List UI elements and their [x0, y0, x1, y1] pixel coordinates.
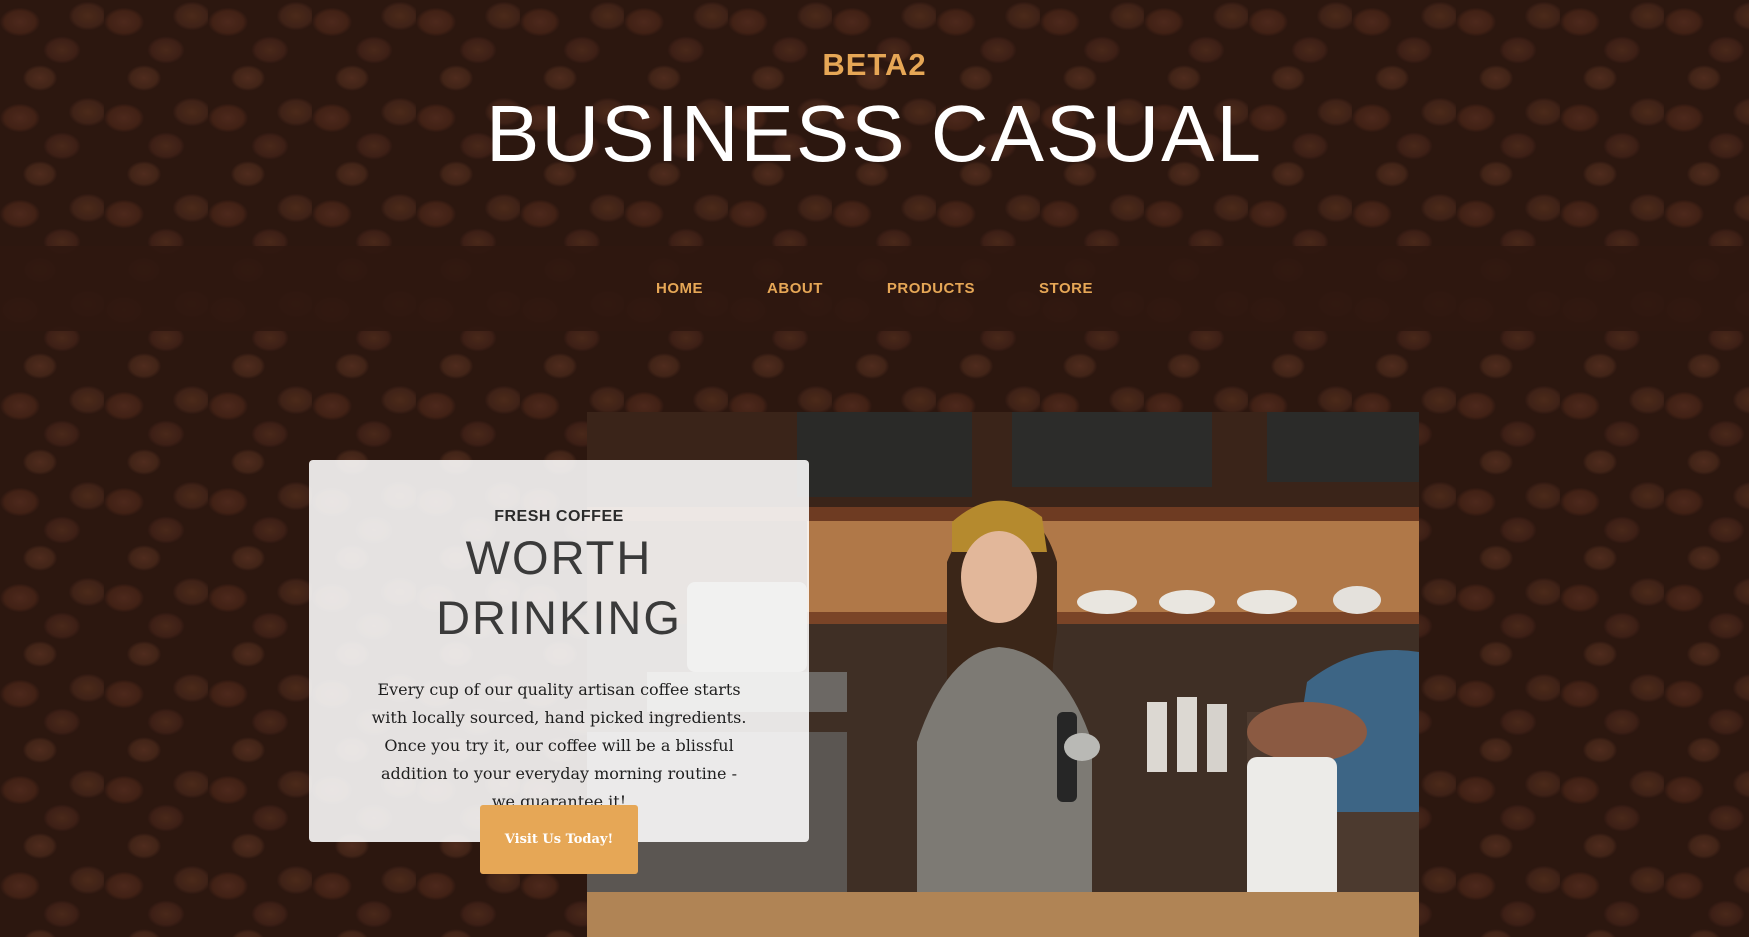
- nav-link-about[interactable]: ABOUT: [767, 280, 823, 297]
- visit-us-button[interactable]: Visit Us Today!: [480, 805, 638, 874]
- intro-heading-lower-line1: WORTH: [465, 531, 653, 584]
- intro-heading-lower-line2: DRINKING: [436, 591, 682, 644]
- nav-link-store[interactable]: STORE: [1039, 280, 1093, 297]
- nav-link-products[interactable]: PRODUCTS: [887, 280, 975, 297]
- nav-link-home[interactable]: HOME: [656, 280, 703, 297]
- intro-body-text: Every cup of our quality artisan coffee …: [371, 680, 747, 811]
- site-heading-upper: BETA2: [822, 47, 927, 82]
- intro-heading-upper: FRESH COFFEE: [494, 508, 624, 525]
- site-heading-lower: BUSINESS CASUAL: [486, 89, 1263, 178]
- intro-card: FRESH COFFEE WORTH DRINKING Every cup of…: [309, 460, 809, 874]
- site-heading: BETA2 BUSINESS CASUAL: [0, 44, 1749, 174]
- main-navbar: HOME ABOUT PRODUCTS STORE: [0, 246, 1749, 331]
